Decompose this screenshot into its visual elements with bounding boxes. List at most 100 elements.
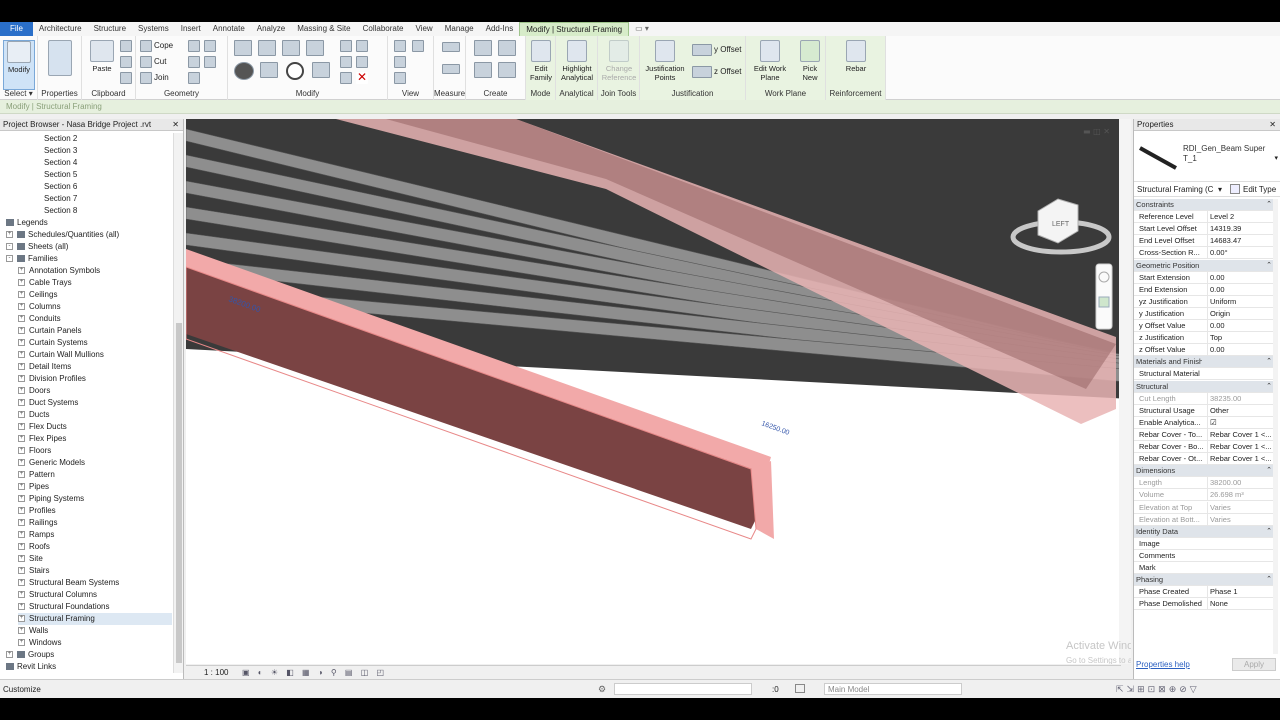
tree-item[interactable]: Section 5	[44, 169, 77, 181]
expand-toggle-icon[interactable]: +	[18, 603, 25, 611]
expand-toggle-icon[interactable]: +	[18, 471, 25, 479]
tab-systems[interactable]: Systems	[132, 22, 175, 36]
expand-toggle-icon[interactable]: +	[18, 363, 25, 371]
tree-item[interactable]: Section 2	[44, 133, 77, 145]
property-row[interactable]: Structural Material	[1134, 368, 1274, 381]
rebar-button[interactable]: Rebar	[840, 40, 872, 73]
selection-filter-icons[interactable]: ⇱⇲⊞⊡⊠⊕⊘▽	[1116, 684, 1200, 695]
property-row[interactable]: Structural Usage Other	[1134, 404, 1274, 417]
tab-view[interactable]: View	[410, 22, 439, 36]
create-assembly-icon[interactable]	[474, 40, 492, 56]
pin-icon[interactable]	[340, 72, 352, 84]
view-scale[interactable]: 1 : 100	[204, 668, 228, 677]
cut-scissors-icon[interactable]	[120, 40, 132, 52]
property-row[interactable]: Start Extension 0.00	[1134, 271, 1274, 284]
tree-item[interactable]: + Division Profiles	[18, 373, 86, 385]
z-offset-button[interactable]: z Offset	[714, 67, 741, 76]
tab-collaborate[interactable]: Collaborate	[357, 22, 410, 36]
view-window-controls-icon[interactable]: ▬ ◫ ✕	[1083, 127, 1110, 136]
expand-toggle-icon[interactable]: +	[18, 327, 25, 335]
wall-join-icon[interactable]	[188, 40, 200, 52]
property-row[interactable]: Rebar Cover - Ot... Rebar Cover 1 <...	[1134, 453, 1274, 466]
expand-toggle-icon[interactable]: +	[18, 339, 25, 347]
tree-item[interactable]: + Generic Models	[18, 457, 85, 469]
offset-icon[interactable]	[258, 40, 276, 56]
trim-icon[interactable]	[312, 62, 330, 78]
edit-work-plane-button[interactable]: Edit Work Plane	[748, 40, 792, 82]
property-value[interactable]: Uniform	[1207, 295, 1271, 308]
linework-icon[interactable]	[394, 56, 406, 68]
chevron-down-icon[interactable]: ▾	[1274, 154, 1278, 162]
scroll-thumb[interactable]	[176, 323, 182, 663]
tree-item[interactable]: Section 6	[44, 181, 77, 193]
property-value[interactable]: 0.00	[1207, 283, 1271, 296]
expand-toggle-icon[interactable]: -	[6, 255, 13, 263]
view-control-icons[interactable]: ▣ ◐ ☀ ◧ ▦ ◑ ⚲ ▤ ◫ ◰	[242, 668, 387, 677]
tree-item[interactable]: + Curtain Systems	[18, 337, 88, 349]
expand-toggle-icon[interactable]: +	[18, 411, 25, 419]
mirror-draw-icon[interactable]	[306, 40, 324, 56]
scale-icon[interactable]	[356, 56, 368, 68]
property-value[interactable]: Phase 1	[1207, 586, 1271, 599]
expand-toggle-icon[interactable]: +	[18, 483, 25, 491]
property-value[interactable]: None	[1207, 598, 1271, 611]
expand-toggle-icon[interactable]: +	[18, 627, 25, 635]
property-row[interactable]: Volume 26.698 m³	[1134, 489, 1274, 502]
property-row[interactable]: Cut Length 38235.00	[1134, 392, 1274, 405]
property-value[interactable]: Rebar Cover 1 <...	[1207, 428, 1271, 441]
bridge-model-view[interactable]: 38200.00 16250.00 LEFT ▬ ◫ ✕ Activate Wi…	[186, 119, 1131, 664]
tree-item[interactable]: + Pipes	[18, 481, 49, 493]
property-row[interactable]: Enable Analytica... ☑	[1134, 416, 1274, 429]
expand-toggle-icon[interactable]: +	[18, 591, 25, 599]
expand-toggle-icon[interactable]: +	[18, 387, 25, 395]
create-group-icon[interactable]	[474, 62, 492, 78]
filter-view-icon[interactable]	[394, 72, 406, 84]
tree-item[interactable]: + Flex Ducts	[18, 421, 67, 433]
property-group-header[interactable]: Geometric Position ⌃	[1134, 259, 1274, 272]
mirror-axis-icon[interactable]	[282, 40, 300, 56]
property-group-header[interactable]: Phasing ⌃	[1134, 574, 1274, 587]
expand-toggle-icon[interactable]: +	[18, 507, 25, 515]
tab-add-ins[interactable]: Add-Ins	[480, 22, 520, 36]
property-row[interactable]: Start Level Offset 14319.39	[1134, 223, 1274, 236]
expand-toggle-icon[interactable]: +	[18, 399, 25, 407]
tree-item[interactable]: + Roofs	[18, 541, 50, 553]
tab-structure[interactable]: Structure	[88, 22, 132, 36]
edit-type-icon[interactable]	[1230, 184, 1240, 194]
property-value[interactable]: Rebar Cover 1 <...	[1207, 441, 1271, 453]
property-value[interactable]: 0.00	[1207, 271, 1271, 284]
demolish-icon[interactable]	[204, 56, 216, 68]
tree-item[interactable]: + Piping Systems	[18, 493, 84, 505]
close-icon[interactable]: ✕	[1269, 119, 1276, 131]
tree-item[interactable]: Legends	[6, 217, 48, 229]
tree-item[interactable]: + Schedules/Quantities (all)	[6, 229, 119, 241]
property-row[interactable]: y Offset Value 0.00	[1134, 320, 1274, 332]
tree-item[interactable]: + Structural Framing	[18, 613, 172, 625]
paste-button[interactable]: Paste	[86, 40, 118, 73]
move-icon[interactable]	[234, 62, 254, 80]
tree-item[interactable]: Revit Links	[6, 661, 56, 673]
tree-item[interactable]: + Conduits	[18, 313, 61, 325]
expand-toggle-icon[interactable]: +	[18, 351, 25, 359]
tree-item[interactable]: + Profiles	[18, 505, 56, 517]
expand-toggle-icon[interactable]: +	[18, 315, 25, 323]
z-offset-icon[interactable]	[692, 66, 712, 78]
expand-toggle-icon[interactable]: +	[6, 231, 13, 239]
match-properties-icon[interactable]	[120, 72, 132, 84]
cut-button[interactable]: Cut	[154, 57, 166, 66]
view-cube-left-label[interactable]: LEFT	[1052, 221, 1070, 228]
override-icon[interactable]	[412, 40, 424, 52]
tree-item[interactable]: + Structural Foundations	[18, 601, 110, 613]
property-row[interactable]: z Justification Top	[1134, 332, 1274, 345]
property-row[interactable]: Length 38200.00	[1134, 477, 1274, 490]
tree-item[interactable]: + Railings	[18, 517, 57, 529]
properties-help-link[interactable]: Properties help	[1136, 660, 1190, 669]
change-reference-button[interactable]: Change Reference	[600, 40, 638, 82]
tree-item[interactable]: + Columns	[18, 301, 61, 313]
apply-button[interactable]: Apply	[1232, 658, 1276, 671]
property-row[interactable]: Phase Created Phase 1	[1134, 586, 1274, 599]
array-icon[interactable]	[340, 56, 352, 68]
property-value[interactable]: 0.00	[1207, 344, 1271, 357]
expand-toggle-icon[interactable]: +	[18, 519, 25, 527]
property-group-header[interactable]: Materials and Finishes ⌃	[1134, 356, 1274, 369]
